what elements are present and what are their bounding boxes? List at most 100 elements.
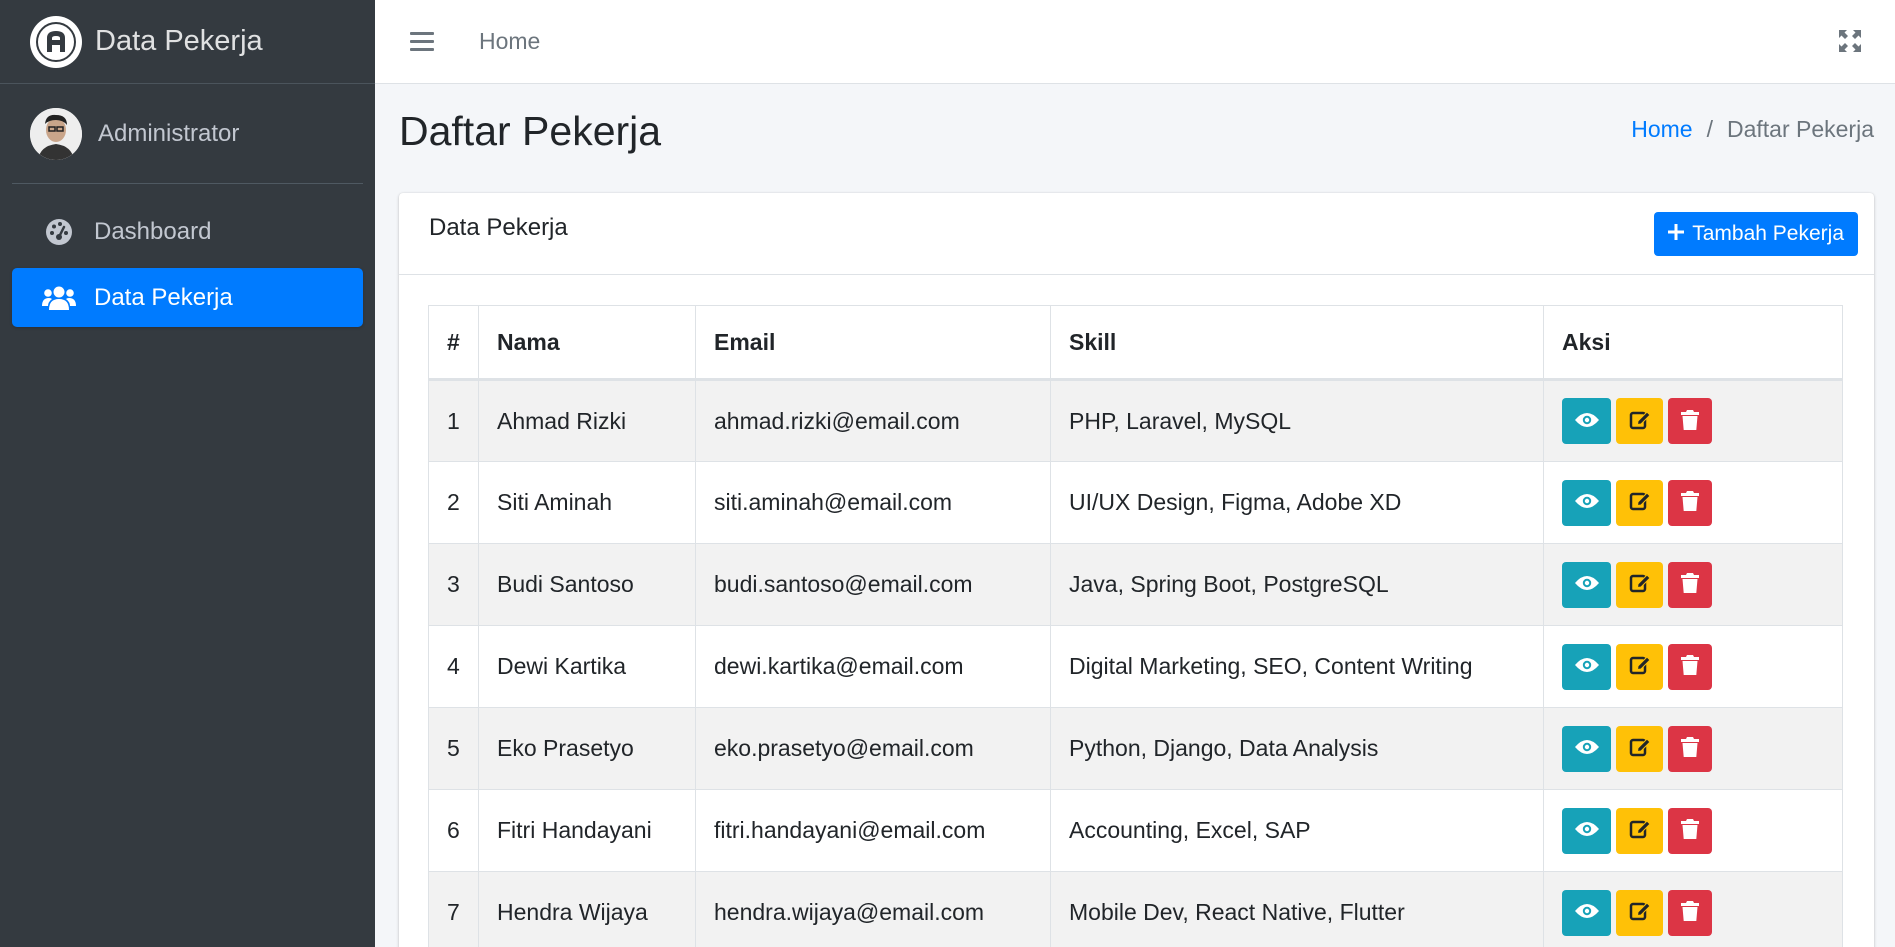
sidebar-nav: Dashboard Data Pekerja [0,184,375,327]
table-row: 5 Eko Prasetyo eko.prasetyo@email.com Py… [428,707,1843,790]
cell-actions [1543,707,1843,790]
eye-icon [1574,575,1599,594]
trash-icon [1681,409,1699,434]
cell-nama: Dewi Kartika [478,625,696,708]
edit-button[interactable] [1616,807,1663,854]
cell-email: ahmad.rizki@email.com [695,379,1051,462]
fullscreen-expand-icon[interactable] [1839,30,1861,57]
edit-icon [1629,409,1651,434]
tachometer-icon [42,218,76,246]
view-button[interactable] [1562,479,1611,526]
cell-nama: Eko Prasetyo [478,707,696,790]
cell-email: hendra.wijaya@email.com [695,871,1051,947]
table-row: 4 Dewi Kartika dewi.kartika@email.com Di… [428,625,1843,708]
view-button[interactable] [1562,643,1611,690]
edit-button[interactable] [1616,398,1663,444]
sidebar-item-label: Dashboard [94,217,212,245]
view-button[interactable] [1562,398,1611,444]
trash-icon [1681,572,1699,597]
view-button[interactable] [1562,807,1611,854]
table-row: 3 Budi Santoso budi.santoso@email.com Ja… [428,543,1843,626]
cell-skill: PHP, Laravel, MySQL [1050,379,1544,462]
delete-button[interactable] [1668,807,1712,854]
user-name: Administrator [98,119,240,147]
top-nav-home-link[interactable]: Home [479,28,540,55]
add-pekerja-button[interactable]: Tambah Pekerja [1654,212,1858,256]
user-panel[interactable]: Administrator [12,84,363,184]
cell-email: fitri.handayani@email.com [695,789,1051,872]
cell-number: 5 [428,707,479,790]
edit-button[interactable] [1616,643,1663,690]
table-row: 6 Fitri Handayani fitri.handayani@email.… [428,789,1843,872]
column-header-skill: Skill [1050,305,1544,381]
edit-button[interactable] [1616,479,1663,526]
pekerja-table: # Nama Email Skill Aksi 1 Ahmad Rizki ah… [428,305,1843,947]
cell-email: eko.prasetyo@email.com [695,707,1051,790]
cell-nama: Ahmad Rizki [478,379,696,462]
cell-skill: Accounting, Excel, SAP [1050,789,1544,872]
cell-nama: Budi Santoso [478,543,696,626]
eye-icon [1574,821,1599,840]
trash-icon [1681,490,1699,515]
page-title: Daftar Pekerja [399,108,662,154]
cell-email: siti.aminah@email.com [695,461,1051,544]
view-button[interactable] [1562,725,1611,772]
column-header-aksi: Aksi [1543,305,1843,381]
view-button[interactable] [1562,889,1611,936]
sidebar: Data Pekerja Administrator Dashboard Dat… [0,0,375,947]
avatar [30,107,82,160]
delete-button[interactable] [1668,479,1712,526]
trash-icon [1681,736,1699,761]
table-header-row: # Nama Email Skill Aksi [428,305,1843,381]
cell-skill: UI/UX Design, Figma, Adobe XD [1050,461,1544,544]
edit-icon [1629,900,1651,925]
delete-button[interactable] [1668,398,1712,444]
table-row: 7 Hendra Wijaya hendra.wijaya@email.com … [428,871,1843,947]
cell-skill: Digital Marketing, SEO, Content Writing [1050,625,1544,708]
brand-title: Data Pekerja [95,25,263,57]
cell-number: 7 [428,871,479,947]
cell-number: 1 [428,379,479,462]
brand-a-logo-icon [30,15,82,68]
table-row: 1 Ahmad Rizki ahmad.rizki@email.com PHP,… [428,379,1843,462]
cell-email: budi.santoso@email.com [695,543,1051,626]
delete-button[interactable] [1668,643,1712,690]
sidebar-item-data-pekerja[interactable]: Data Pekerja [12,268,363,327]
plus-icon [1668,222,1685,246]
trash-icon [1681,818,1699,843]
breadcrumb-separator: / [1706,116,1713,142]
edit-button[interactable] [1616,889,1663,936]
menu-toggle-icon[interactable] [410,32,434,51]
edit-button[interactable] [1616,561,1663,608]
card-header: Data Pekerja Tambah Pekerja [399,193,1874,275]
edit-icon [1629,654,1651,679]
view-button[interactable] [1562,561,1611,608]
delete-button[interactable] [1668,725,1712,772]
cell-number: 2 [428,461,479,544]
breadcrumb-home-link[interactable]: Home [1631,116,1692,143]
cell-skill: Java, Spring Boot, PostgreSQL [1050,543,1544,626]
trash-icon [1681,654,1699,679]
column-header-email: Email [695,305,1051,381]
data-card: Data Pekerja Tambah Pekerja # Nama Email… [399,193,1874,947]
add-pekerja-label: Tambah Pekerja [1692,222,1844,245]
card-title: Data Pekerja [429,214,568,241]
sidebar-item-dashboard[interactable]: Dashboard [12,202,363,261]
delete-button[interactable] [1668,889,1712,936]
cell-actions [1543,543,1843,626]
cell-skill: Mobile Dev, React Native, Flutter [1050,871,1544,947]
cell-actions [1543,789,1843,872]
cell-skill: Python, Django, Data Analysis [1050,707,1544,790]
brand-link[interactable]: Data Pekerja [0,0,375,84]
edit-icon [1629,736,1651,761]
cell-actions [1543,379,1843,462]
sidebar-item-label: Data Pekerja [94,283,233,311]
cell-actions [1543,461,1843,544]
cell-nama: Hendra Wijaya [478,871,696,947]
column-header-number: # [428,305,479,381]
eye-icon [1574,412,1599,431]
edit-button[interactable] [1616,725,1663,772]
table-body: 1 Ahmad Rizki ahmad.rizki@email.com PHP,… [428,379,1843,947]
column-header-nama: Nama [478,305,696,381]
delete-button[interactable] [1668,561,1712,608]
